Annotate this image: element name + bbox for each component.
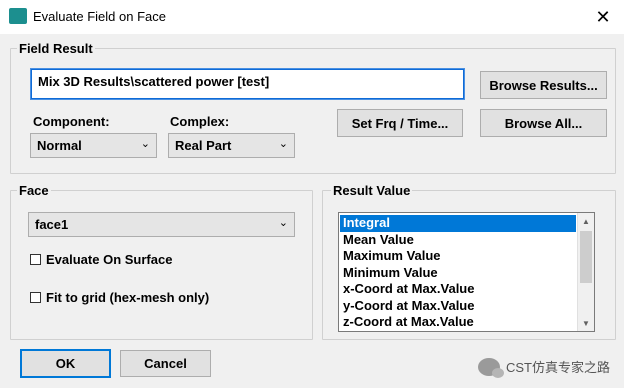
list-item[interactable]: Mean Value [340, 232, 576, 249]
complex-label: Complex: [170, 114, 230, 129]
app-icon [9, 8, 27, 24]
list-item[interactable]: Integral [340, 215, 576, 232]
browse-results-button[interactable]: Browse Results... [480, 71, 607, 99]
cancel-button[interactable]: Cancel [120, 350, 211, 377]
list-item[interactable]: y-Coord at Max.Value [340, 298, 576, 315]
browse-all-button[interactable]: Browse All... [480, 109, 607, 137]
chevron-down-icon: ⌄ [278, 138, 288, 150]
list-item[interactable]: Maximum Value [340, 248, 576, 265]
watermark: CST仿真专家之路 [477, 357, 610, 378]
fit-to-grid-checkbox-row[interactable]: Fit to grid (hex-mesh only) [30, 290, 209, 305]
evaluate-on-surface-checkbox-row[interactable]: Evaluate On Surface [30, 252, 172, 267]
face-select[interactable]: face1 ⌄ [28, 212, 295, 237]
chevron-down-icon: ⌄ [278, 217, 288, 229]
set-frq-time-button[interactable]: Set Frq / Time... [337, 109, 463, 137]
listbox-scrollbar[interactable]: ▲ ▼ [577, 213, 594, 331]
watermark-text: CST仿真专家之路 [505, 360, 610, 375]
list-item[interactable]: x-Coord at Max.Value [340, 281, 576, 298]
result-value-listbox[interactable]: Integral Mean Value Maximum Value Minimu… [338, 212, 595, 332]
close-button[interactable]: ✕ [590, 4, 616, 30]
scroll-up-icon[interactable]: ▲ [578, 213, 594, 229]
face-legend: Face [17, 183, 51, 198]
list-item[interactable]: Minimum Value [340, 265, 576, 282]
window-title: Evaluate Field on Face [33, 9, 166, 24]
chat-bubble-icon [477, 357, 504, 378]
complex-select-value: Real Part [175, 138, 232, 153]
scroll-thumb[interactable] [580, 231, 592, 283]
ok-button[interactable]: OK [20, 349, 111, 378]
fit-to-grid-label: Fit to grid (hex-mesh only) [46, 290, 210, 305]
complex-select[interactable]: Real Part ⌄ [168, 133, 295, 158]
evaluate-on-surface-label: Evaluate On Surface [46, 252, 173, 267]
component-label: Component: [33, 114, 110, 129]
fit-to-grid-checkbox[interactable] [30, 292, 41, 303]
component-select-value: Normal [37, 138, 82, 153]
close-icon: ✕ [595, 6, 611, 27]
result-value-legend: Result Value [331, 183, 413, 198]
list-item[interactable]: z-Coord at Max.Value [340, 314, 576, 331]
scroll-down-icon[interactable]: ▼ [578, 315, 594, 331]
field-result-legend: Field Result [17, 41, 95, 56]
field-result-input[interactable]: Mix 3D Results\scattered power [test] [30, 68, 465, 100]
title-bar: Evaluate Field on Face ✕ [0, 0, 624, 34]
chevron-down-icon: ⌄ [140, 138, 150, 150]
face-select-value: face1 [35, 217, 69, 232]
evaluate-on-surface-checkbox[interactable] [30, 254, 41, 265]
component-select[interactable]: Normal ⌄ [30, 133, 157, 158]
